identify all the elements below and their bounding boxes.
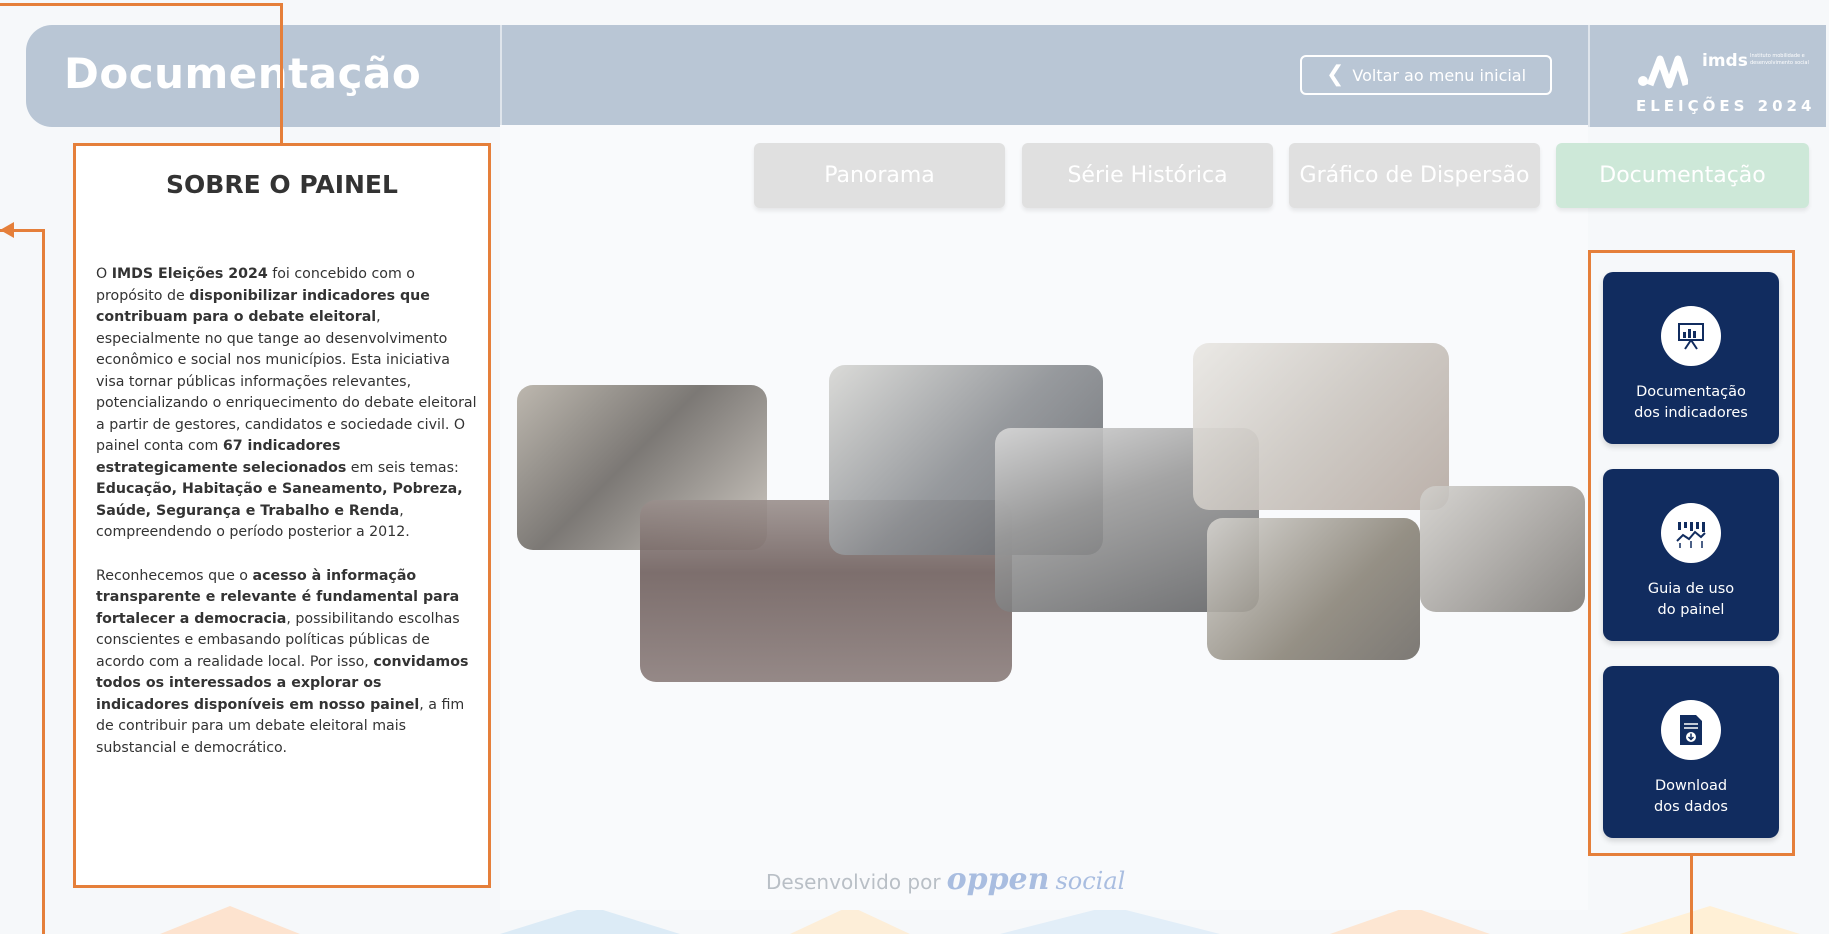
annotation-line: [0, 3, 283, 6]
about-text: em seis temas:: [346, 459, 459, 476]
imds-logo-mark-icon: [1638, 55, 1688, 89]
imds-logo: imds Instituto mobilidade e desenvolvime…: [1626, 37, 1824, 117]
about-text: , especialmente no que tange ao desenvol…: [96, 309, 477, 454]
tab-label: Documentação: [1599, 163, 1766, 188]
header-divider: [500, 25, 502, 127]
annotation-line: [280, 3, 283, 144]
about-paragraph-1: O IMDS Eleições 2024 foi concebido com o…: [96, 264, 478, 544]
header-divider: [1588, 25, 1590, 127]
about-text: O: [96, 266, 112, 282]
back-button-label: Voltar ao menu inicial: [1352, 65, 1527, 85]
about-paragraph-2: Reconhecemos que o acesso à informação t…: [96, 566, 478, 760]
annotation-line: [1690, 854, 1693, 934]
download-document-icon: [1661, 700, 1721, 760]
about-text-bold: IMDS Eleições 2024: [111, 266, 268, 282]
guide-chart-icon: [1661, 503, 1721, 563]
button-label: Documentação dos indicadores: [1634, 384, 1748, 421]
election-photo: [1193, 343, 1449, 510]
about-body: O IMDS Eleições 2024 foi concebido com o…: [96, 264, 478, 781]
indicator-documentation-button[interactable]: Documentação dos indicadores: [1603, 272, 1779, 444]
developer-credit: Desenvolvido por oppen social: [766, 862, 1125, 897]
about-panel: SOBRE O PAINEL O IMDS Eleições 2024 foi …: [73, 143, 491, 888]
button-label: Download dos dados: [1654, 778, 1728, 815]
page-title: Documentação: [64, 49, 422, 98]
social-brand: social: [1055, 867, 1126, 895]
oppen-brand: oppen: [946, 862, 1050, 897]
about-title: SOBRE O PAINEL: [166, 170, 398, 199]
back-to-menu-button[interactable]: ❮ Voltar ao menu inicial: [1300, 55, 1552, 95]
credit-text: Desenvolvido por: [766, 870, 941, 894]
election-photo: [1207, 518, 1420, 660]
logo-subtitle: ELEIÇÕES 2024: [1636, 97, 1816, 115]
logo-tagline: Instituto mobilidade e desenvolvimento s…: [1750, 53, 1809, 66]
tab-panorama[interactable]: Panorama: [754, 143, 1005, 208]
tab-documentacao[interactable]: Documentação: [1556, 143, 1809, 208]
tab-serie-historica[interactable]: Série Histórica: [1022, 143, 1273, 208]
about-text: Reconhecemos que o: [96, 567, 253, 584]
about-text-bold: Educação, Habitação e Saneamento, Pobrez…: [96, 481, 463, 519]
usage-guide-button[interactable]: Guia de uso do painel: [1603, 469, 1779, 641]
presentation-chart-icon: [1661, 306, 1721, 366]
tab-label: Série Histórica: [1067, 163, 1228, 188]
header-bar: Documentação ❮ Voltar ao menu inicial im…: [26, 25, 1826, 127]
tab-label: Gráfico de Dispersão: [1299, 163, 1530, 188]
annotation-line: [42, 229, 45, 934]
data-download-button[interactable]: Download dos dados: [1603, 666, 1779, 838]
logo-name: imds: [1702, 51, 1748, 71]
chevron-left-icon: ❮: [1325, 62, 1345, 87]
election-photo: [1420, 486, 1585, 612]
button-label: Guia de uso do painel: [1647, 581, 1735, 618]
tab-label: Panorama: [824, 163, 935, 188]
arrow-left-icon: [0, 222, 14, 238]
tab-grafico-dispersao[interactable]: Gráfico de Dispersão: [1289, 143, 1540, 208]
